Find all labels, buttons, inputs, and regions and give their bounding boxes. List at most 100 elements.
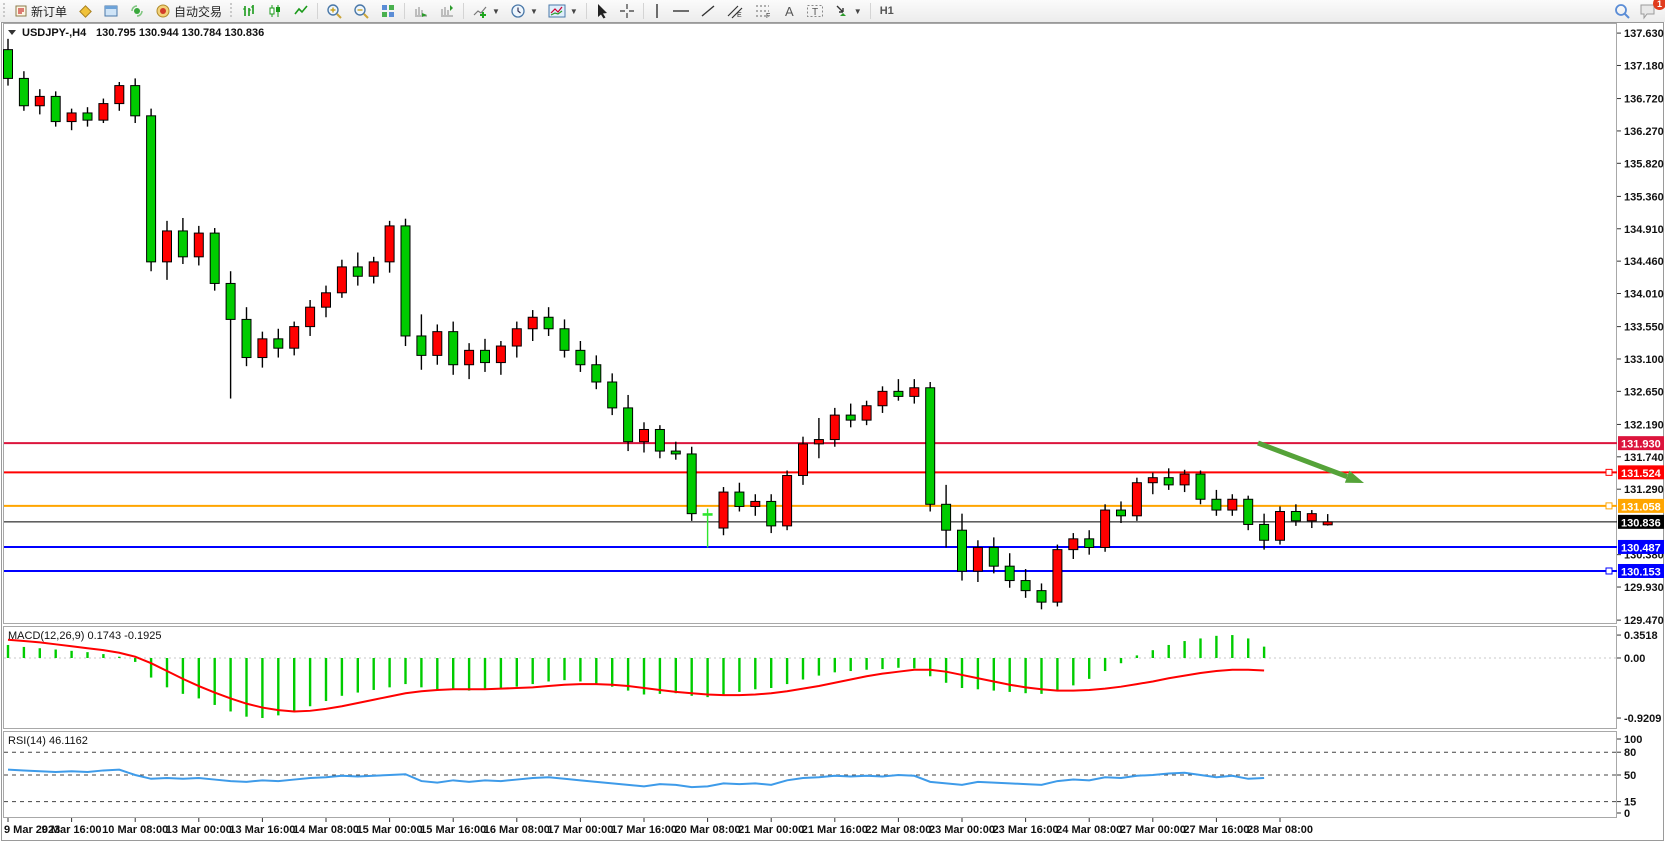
toolbar-grip	[2, 3, 7, 19]
candle-body	[290, 327, 299, 349]
price-tick-label: 129.470	[1624, 615, 1664, 627]
price-chart[interactable]: 137.630137.180136.720136.270135.820135.3…	[0, 22, 1665, 842]
time-tick-label: 23 Mar 16:00	[993, 824, 1059, 836]
svg-text:T: T	[812, 7, 818, 18]
candlestick-chart-button[interactable]	[262, 0, 288, 22]
svg-text:131.058: 131.058	[1621, 501, 1661, 513]
auto-scroll-icon	[413, 3, 429, 19]
candle-body	[496, 346, 505, 363]
time-tick-label: 24 Mar 08:00	[1056, 824, 1122, 836]
candle-body	[35, 96, 44, 105]
auto-scroll-button[interactable]	[408, 0, 434, 22]
candle-body	[655, 429, 664, 451]
fibonacci-tool-button[interactable]: F	[749, 0, 777, 22]
toolbar-separator	[404, 3, 405, 19]
main-toolbar: 新订单 自动交易	[0, 0, 1665, 23]
metaquotes-button[interactable]	[72, 0, 98, 22]
search-icon[interactable]	[1613, 2, 1631, 20]
price-line-label-131.930: 131.930	[1618, 436, 1664, 451]
candle-body	[1323, 522, 1332, 525]
candle-body	[258, 339, 267, 358]
fibonacci-icon: F	[754, 3, 772, 19]
time-tick-label: 21 Mar 16:00	[802, 824, 868, 836]
line-handle-130.153[interactable]	[1606, 568, 1612, 574]
time-tick-label: 20 Mar 08:00	[675, 824, 741, 836]
candle-body	[1069, 539, 1078, 550]
svg-text:130.153: 130.153	[1621, 566, 1661, 578]
price-line-label-130.836: 130.836	[1618, 515, 1664, 530]
arrows-tool-button[interactable]: ▼	[829, 0, 867, 22]
line-handle-131.058[interactable]	[1606, 503, 1612, 509]
price-tick-label: 137.630	[1624, 28, 1664, 40]
candle-body	[1117, 510, 1126, 516]
price-tick-label: 137.180	[1624, 60, 1664, 72]
rsi-axis-label: 80	[1624, 747, 1636, 759]
time-tick-label: 13 Mar 00:00	[166, 824, 232, 836]
price-tick-label: 134.460	[1624, 256, 1664, 268]
dropdown-caret-icon: ▼	[854, 7, 862, 16]
candle-body	[671, 451, 680, 454]
line-chart-button[interactable]	[288, 0, 314, 22]
toolbar-separator	[463, 3, 464, 19]
horizontal-line-tool-button[interactable]	[667, 0, 695, 22]
price-tick-label: 134.010	[1624, 289, 1664, 301]
signal-icon	[129, 3, 145, 19]
text-label-icon: T	[806, 3, 824, 19]
auto-trading-button[interactable]: 自动交易	[150, 0, 227, 22]
dropdown-caret-icon: ▼	[492, 7, 500, 16]
cursor-tool-button[interactable]	[590, 0, 614, 22]
svg-text:131.524: 131.524	[1621, 468, 1662, 480]
text-icon: A	[782, 3, 796, 19]
candle-body	[194, 233, 203, 257]
templates-button[interactable]: ▼	[543, 0, 583, 22]
candle-body	[1148, 478, 1157, 483]
candle-body	[814, 440, 823, 444]
candle-body	[1101, 510, 1110, 547]
toolbar-grip	[229, 3, 234, 19]
crosshair-icon	[619, 3, 635, 19]
chart-shift-button[interactable]	[434, 0, 460, 22]
new-order-button[interactable]: 新订单	[9, 0, 72, 22]
clock-icon	[510, 3, 526, 19]
candle-body	[862, 406, 871, 420]
candle-body	[1260, 524, 1269, 540]
trendline-tool-button[interactable]	[695, 0, 721, 22]
candle-body	[799, 444, 808, 476]
crosshair-tool-button[interactable]	[614, 0, 640, 22]
tile-windows-button[interactable]	[375, 0, 401, 22]
market-watch-button[interactable]	[98, 0, 124, 22]
price-tick-label: 131.740	[1624, 452, 1664, 464]
add-indicator-icon	[472, 3, 488, 19]
timeframe-button-h1[interactable]: H1	[874, 0, 907, 22]
channel-tool-button[interactable]: E	[721, 0, 749, 22]
periods-button[interactable]: ▼	[505, 0, 543, 22]
bar-chart-button[interactable]	[236, 0, 262, 22]
vertical-line-tool-button[interactable]	[647, 0, 667, 22]
price-tick-label: 135.360	[1624, 191, 1664, 203]
notifications-icon[interactable]: 1	[1639, 2, 1659, 20]
candle-body	[1291, 511, 1300, 520]
toolbar-separator	[317, 3, 318, 19]
ohlc-values: 130.795 130.944 130.784 130.836	[96, 27, 264, 39]
candle-body	[830, 415, 839, 439]
time-tick-label: 10 Mar 08:00	[102, 824, 168, 836]
gold-diamond-icon	[77, 3, 93, 19]
candle-body	[1276, 511, 1285, 540]
price-tick-label: 133.550	[1624, 322, 1664, 334]
label-tool-button[interactable]: T	[801, 0, 829, 22]
signals-button[interactable]	[124, 0, 150, 22]
line-handle-131.524[interactable]	[1606, 469, 1612, 475]
text-tool-button[interactable]: A	[777, 0, 801, 22]
price-tick-label: 134.910	[1624, 224, 1664, 236]
candle-body	[703, 514, 712, 516]
arrows-icon	[834, 3, 850, 19]
price-line-label-130.487: 130.487	[1618, 540, 1664, 555]
zoom-in-button[interactable]	[321, 0, 348, 22]
equidistant-channel-icon: E	[726, 3, 744, 19]
candle-body	[926, 388, 935, 505]
candle-body	[910, 388, 919, 397]
time-tick-label: 22 Mar 08:00	[865, 824, 931, 836]
indicators-button[interactable]: ▼	[467, 0, 505, 22]
candle-body	[385, 226, 394, 262]
zoom-out-button[interactable]	[348, 0, 375, 22]
